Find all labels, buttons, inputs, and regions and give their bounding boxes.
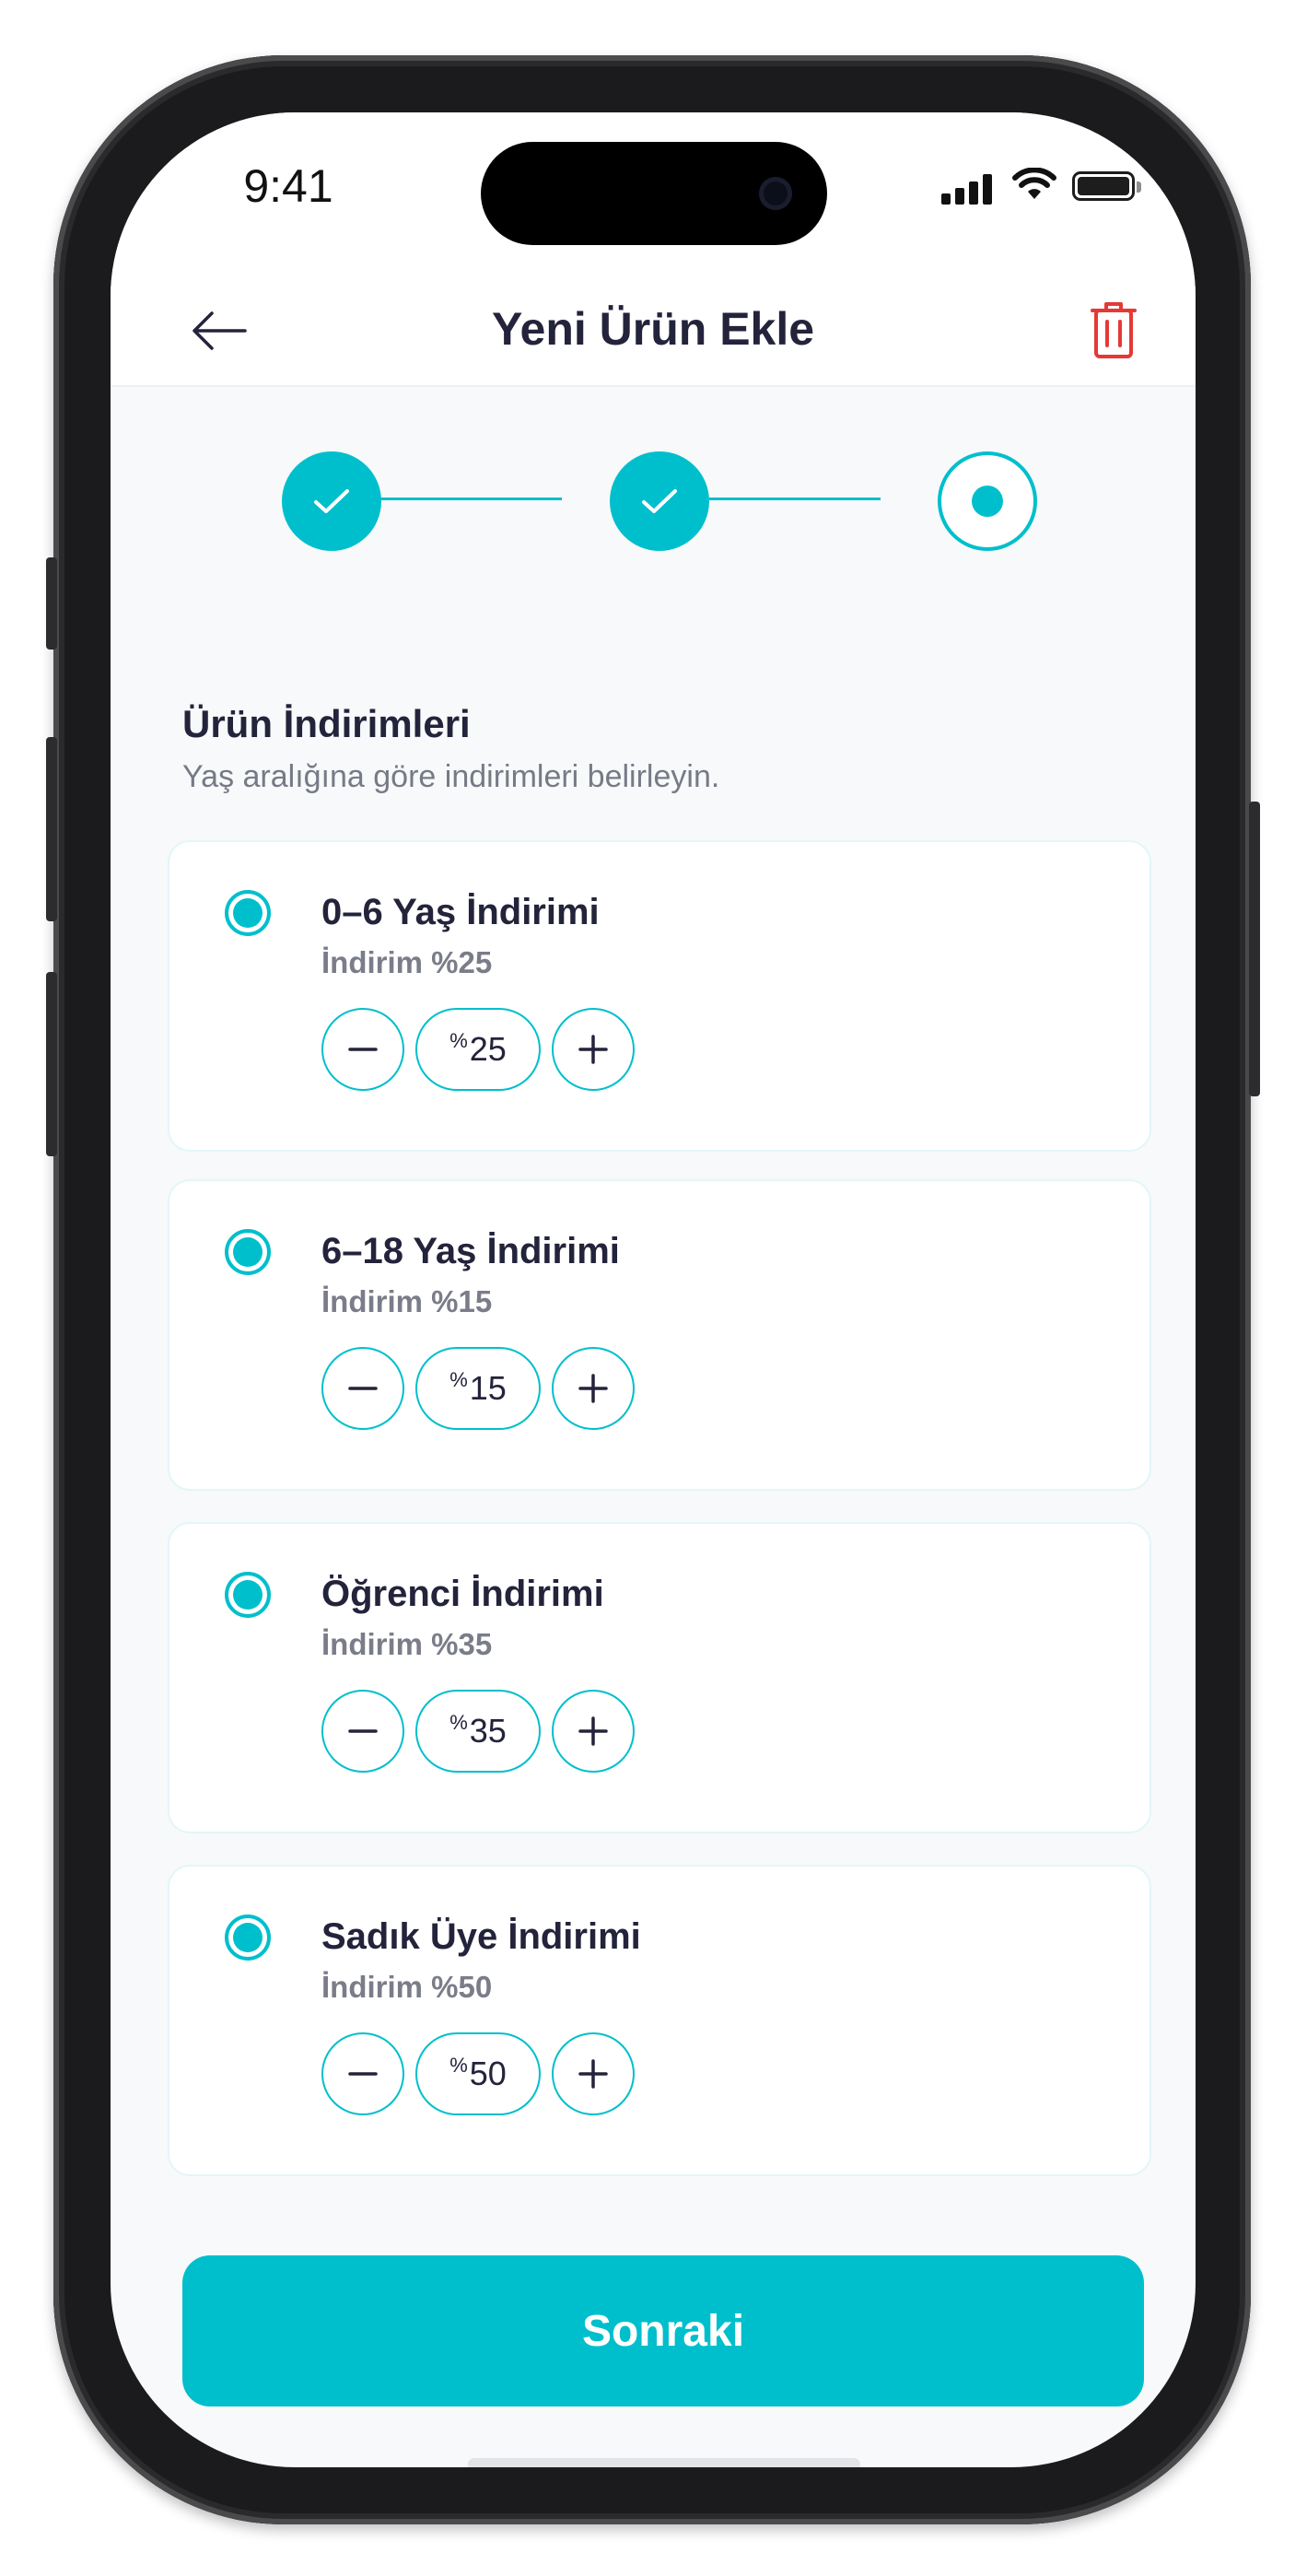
discount-subtitle: İndirim %15 (321, 1284, 493, 1318)
step-3-current (938, 451, 1037, 551)
check-icon (314, 489, 349, 513)
discount-subtitle: İndirim %35 (321, 1627, 493, 1661)
decrease-button[interactable] (321, 1690, 404, 1773)
decrease-button[interactable] (321, 1008, 404, 1091)
discount-subtitle: İndirim %25 (321, 945, 493, 979)
discount-value-field[interactable]: % 15 (415, 1347, 541, 1430)
decrease-button[interactable] (321, 2032, 404, 2115)
discount-card-student: Öğrenci İndirimi İndirim %35 % 35 (168, 1522, 1151, 1833)
status-icons (941, 164, 1144, 210)
percent-sign: % (449, 2054, 468, 2077)
plus-icon (578, 1035, 608, 1064)
increase-button[interactable] (552, 1347, 635, 1430)
discount-title: Sadık Üye İndirimi (321, 1916, 641, 1957)
discount-value: 35 (469, 1712, 507, 1750)
increase-button[interactable] (552, 2032, 635, 2115)
section-subtitle: Yaş aralığına göre indirimleri belirleyi… (182, 759, 720, 794)
minus-icon (348, 1729, 378, 1733)
current-step-dot-icon (972, 486, 1003, 517)
plus-icon (578, 2059, 608, 2089)
percent-sign: % (449, 1368, 468, 1391)
discount-value-field[interactable]: % 50 (415, 2032, 541, 2115)
next-button[interactable]: Sonraki (182, 2255, 1144, 2406)
quantity-stepper: % 25 (321, 1008, 635, 1093)
minus-icon (348, 1048, 378, 1051)
percent-sign: % (449, 1711, 468, 1734)
discount-title: 0–6 Yaş İndirimi (321, 892, 600, 932)
signal-icon (941, 173, 997, 205)
status-time: 9:41 (243, 160, 333, 212)
screen: 9:41 Yeni Ürün Ekle Ürün İndirimleri Yaş… (111, 112, 1196, 2467)
mute-switch (46, 557, 57, 650)
discount-value: 25 (469, 1030, 507, 1068)
battery-icon (1072, 171, 1141, 201)
status-bar: 9:41 (111, 112, 1196, 278)
radio-selected-icon (233, 1923, 263, 1952)
quantity-stepper: % 15 (321, 1347, 635, 1432)
discount-card-0-6: 0–6 Yaş İndirimi İndirim %25 % 25 (168, 840, 1151, 1152)
quantity-stepper: % 50 (321, 2032, 635, 2117)
camera-icon (759, 177, 792, 210)
plus-icon (578, 1716, 608, 1746)
discount-radio[interactable] (225, 1572, 271, 1618)
discount-radio[interactable] (225, 1229, 271, 1275)
discount-value-field[interactable]: % 25 (415, 1008, 541, 1091)
trash-icon (1091, 302, 1137, 358)
dynamic-island (481, 142, 827, 245)
top-nav-bar: Yeni Ürün Ekle (111, 278, 1196, 387)
radio-selected-icon (233, 1580, 263, 1610)
plus-icon (578, 1374, 608, 1403)
progress-stepper (111, 444, 1196, 555)
percent-sign: % (449, 1029, 468, 1052)
section-title: Ürün İndirimleri (182, 702, 471, 745)
radio-selected-icon (233, 898, 263, 928)
minus-icon (348, 2072, 378, 2076)
radio-selected-icon (233, 1237, 263, 1267)
minus-icon (348, 1387, 378, 1390)
discount-value-field[interactable]: % 35 (415, 1690, 541, 1773)
discount-radio[interactable] (225, 1914, 271, 1961)
page-title: Yeni Ürün Ekle (491, 303, 815, 355)
delete-button[interactable] (1081, 293, 1146, 367)
discount-radio[interactable] (225, 890, 271, 936)
check-icon (642, 489, 677, 513)
quantity-stepper: % 35 (321, 1690, 635, 1774)
increase-button[interactable] (552, 1008, 635, 1091)
volume-up-button (46, 737, 57, 921)
step-2-completed (610, 451, 709, 551)
power-button (1249, 802, 1260, 1096)
discount-title: 6–18 Yaş İndirimi (321, 1231, 620, 1271)
discount-subtitle: İndirim %50 (321, 1970, 493, 2004)
discount-value: 50 (469, 2055, 507, 2092)
arrow-left-icon (193, 311, 247, 350)
home-indicator[interactable] (468, 2458, 860, 2467)
volume-down-button (46, 972, 57, 1156)
back-button[interactable] (182, 299, 256, 363)
increase-button[interactable] (552, 1690, 635, 1773)
discount-card-loyal-member: Sadık Üye İndirimi İndirim %50 % 50 (168, 1865, 1151, 2176)
discount-value: 15 (469, 1369, 507, 1407)
step-1-completed (282, 451, 381, 551)
discount-card-6-18: 6–18 Yaş İndirimi İndirim %15 % 15 (168, 1179, 1151, 1491)
wifi-icon (1012, 168, 1056, 199)
decrease-button[interactable] (321, 1347, 404, 1430)
discount-title: Öğrenci İndirimi (321, 1574, 604, 1614)
